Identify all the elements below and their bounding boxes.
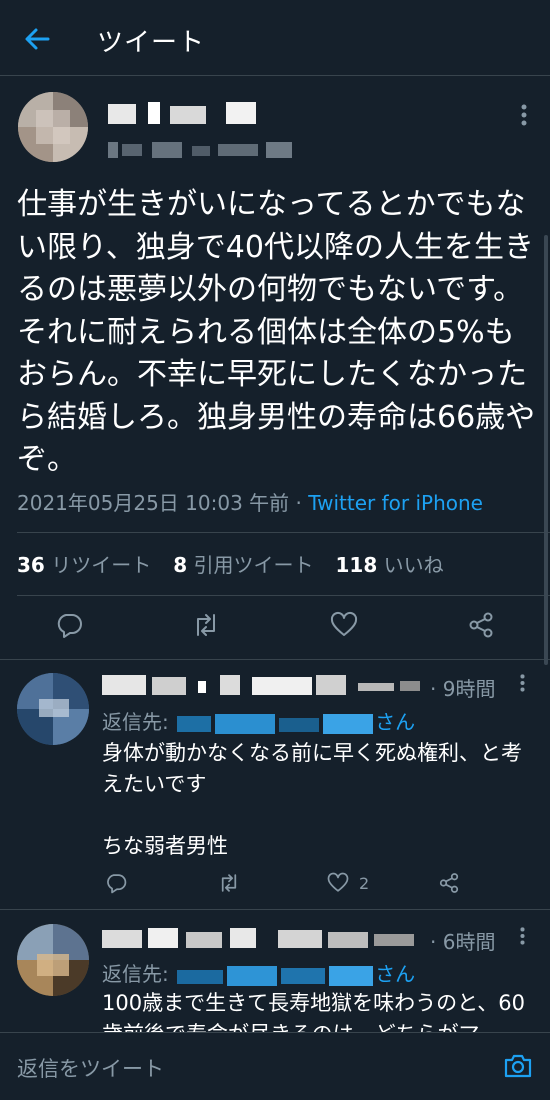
more-options-icon[interactable] xyxy=(521,104,527,126)
heart-icon xyxy=(330,611,358,636)
share-icon xyxy=(469,612,493,638)
scrollbar[interactable] xyxy=(544,235,548,665)
reply-to-handle-redacted[interactable] xyxy=(175,712,375,736)
reply-button[interactable] xyxy=(55,611,83,639)
divider xyxy=(0,909,550,910)
page-title: ツイート xyxy=(97,28,206,58)
reply-more-icon[interactable] xyxy=(520,674,525,692)
reply-to-suffix[interactable]: さん xyxy=(375,962,415,986)
author-name-redacted[interactable] xyxy=(108,100,258,126)
tweet-timestamp: 2021年05月25日 10:03 午前 xyxy=(17,491,290,515)
divider xyxy=(0,659,550,660)
reply-to-label: 返信先: xyxy=(102,962,169,986)
author-avatar[interactable] xyxy=(18,92,88,162)
reply-composer[interactable]: 返信をツイート xyxy=(0,1032,550,1100)
likes-label: いいね xyxy=(383,553,444,577)
reply-to-line: 返信先: さん xyxy=(102,706,415,736)
tweet-stats: 36 リツイート 8 引用ツイート 118 いいね xyxy=(17,549,444,578)
likes-count: 118 xyxy=(335,553,378,577)
reply-text: 身体が動かなくなる前に早く死ぬ権利、と考えたいです ちな弱者男性 xyxy=(102,741,522,858)
reply-icon xyxy=(57,614,82,638)
tweet-source-link[interactable]: Twitter for iPhone xyxy=(308,491,483,515)
share-icon xyxy=(439,873,459,893)
quotes-stat[interactable]: 8 引用ツイート xyxy=(173,553,313,577)
quotes-label: 引用ツイート xyxy=(193,553,314,577)
reply-reply-button[interactable] xyxy=(105,872,127,894)
quotes-count: 8 xyxy=(173,553,188,577)
retweet-button[interactable] xyxy=(192,611,220,639)
composer-placeholder[interactable]: 返信をツイート xyxy=(17,1053,164,1083)
reply-share-button[interactable] xyxy=(438,872,460,894)
reply-to-line: 返信先: さん xyxy=(102,958,415,988)
retweets-label: リツイート xyxy=(51,553,152,577)
reply-icon xyxy=(107,874,127,894)
tweet-meta: 2021年05月25日 10:03 午前 · Twitter for iPhon… xyxy=(17,487,483,516)
reply-author-redacted[interactable] xyxy=(102,926,422,950)
reply-avatar[interactable] xyxy=(17,673,89,745)
top-bar: ツイート xyxy=(0,0,550,76)
retweets-count: 36 xyxy=(17,553,45,577)
reply-to-label: 返信先: xyxy=(102,710,169,734)
reply-author-redacted[interactable] xyxy=(102,673,432,697)
reply-to-handle-redacted[interactable] xyxy=(175,964,375,988)
share-button[interactable] xyxy=(467,611,495,639)
camera-icon[interactable] xyxy=(502,1050,534,1082)
reply-time: · 6時間 xyxy=(430,930,496,954)
reply-more-icon[interactable] xyxy=(520,927,525,945)
reply-like-count: 2 xyxy=(359,874,370,893)
reply-like-button[interactable] xyxy=(327,872,349,894)
retweet-icon xyxy=(197,614,215,636)
heart-icon xyxy=(327,872,349,892)
likes-stat[interactable]: 118 いいね xyxy=(335,553,443,577)
tweet-text: 仕事が生きがいになってるとかでもない限り、独身で40代以降の人生を生きるのは悪夢… xyxy=(17,187,536,477)
reply-time: · 9時間 xyxy=(430,677,496,701)
back-arrow-icon[interactable] xyxy=(22,24,52,54)
divider xyxy=(17,595,550,596)
like-button[interactable] xyxy=(330,611,358,639)
reply-to-suffix[interactable]: さん xyxy=(375,710,415,734)
retweets-stat[interactable]: 36 リツイート xyxy=(17,553,151,577)
reply-avatar[interactable] xyxy=(17,924,89,996)
meta-separator: · xyxy=(289,491,309,515)
reply-retweet-button[interactable] xyxy=(218,872,240,894)
retweet-icon xyxy=(221,874,237,892)
divider xyxy=(17,532,550,533)
author-handle-redacted xyxy=(108,140,293,160)
